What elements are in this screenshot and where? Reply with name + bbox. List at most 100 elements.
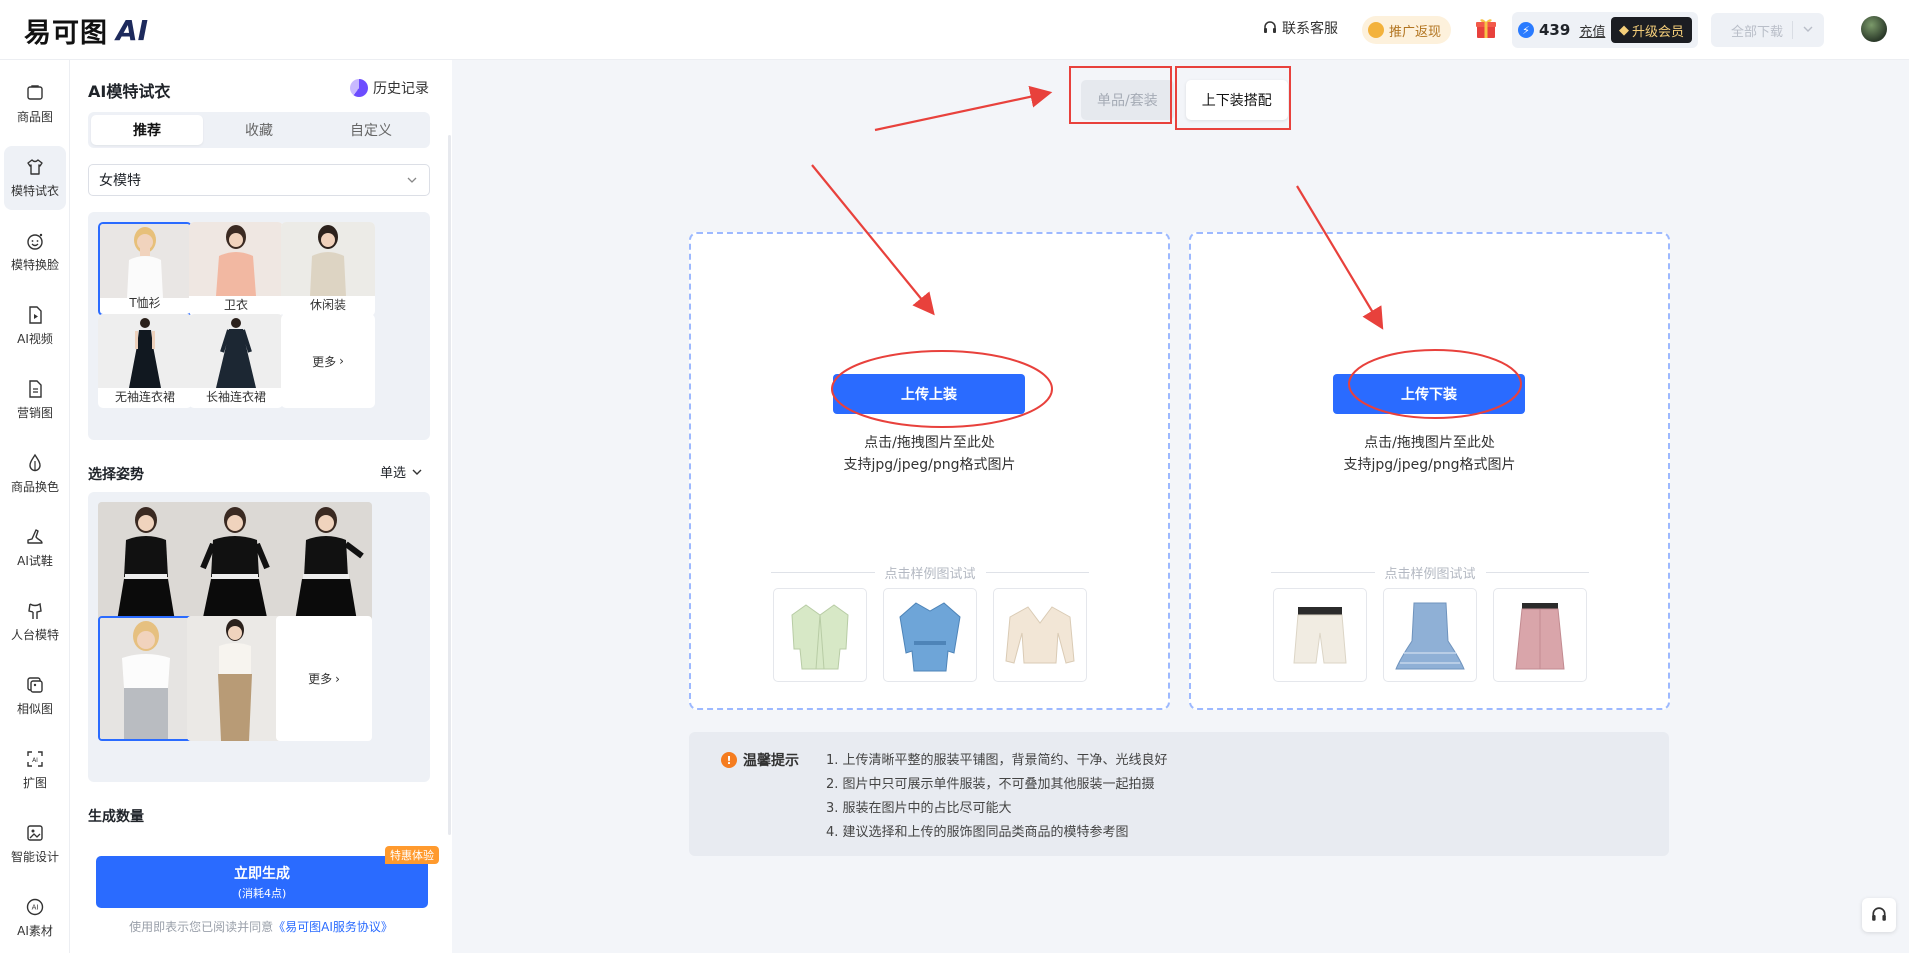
promo-badge: 特惠体验: [385, 846, 439, 864]
bottom-garment-dropzone[interactable]: 上传下装 点击/拖拽图片至此处 支持jpg/jpeg/png格式图片 点击样例图…: [1189, 232, 1670, 710]
clothing-card-tshirt[interactable]: T恤衫: [98, 222, 192, 316]
history-button[interactable]: 历史记录: [350, 78, 429, 98]
clothing-label: 卫衣: [223, 298, 248, 312]
gift-icon[interactable]: [1474, 16, 1498, 40]
avatar[interactable]: [1861, 16, 1887, 42]
image-icon: [27, 85, 43, 100]
nav-label: 模特换脸: [10, 258, 59, 272]
nav-item-product-image[interactable]: 商品图: [0, 72, 70, 136]
tip-item: 4. 建议选择和上传的服饰图同品类商品的模特参考图: [826, 825, 1129, 840]
clothing-more-button[interactable]: 更多 ›: [281, 314, 375, 408]
upload-bottom-button[interactable]: 上传下装: [1333, 374, 1525, 414]
nav-item-marketing[interactable]: 营销图: [0, 368, 70, 432]
history-icon: [350, 79, 368, 97]
tryon-mode-switch: 单品/套装 上下装搭配: [1081, 80, 1288, 120]
clothing-card-longsleeve-dress[interactable]: 长袖连衣裙: [189, 314, 283, 408]
nav-label: 商品换色: [10, 480, 59, 494]
tab-favorites[interactable]: 收藏: [203, 115, 315, 145]
tips-title: ! 温馨提示: [721, 750, 799, 770]
top-garment-dropzone[interactable]: 上传上装 点击/拖拽图片至此处 支持jpg/jpeg/png格式图片 点击样例图…: [689, 232, 1170, 710]
pose-card[interactable]: [98, 502, 194, 627]
nav-item-mannequin[interactable]: 人台模特: [0, 590, 70, 654]
nav-item-ai-video[interactable]: AI视频: [0, 294, 70, 358]
nav-item-ai-material[interactable]: AI AI素材: [0, 886, 70, 950]
nav-item-smart-design[interactable]: 智能设计: [0, 812, 70, 876]
help-float-button[interactable]: [1862, 898, 1896, 932]
mode-single-set-button[interactable]: 单品/套装: [1081, 80, 1174, 120]
shirt-icon: [27, 159, 43, 175]
clothing-category-grid: T恤衫 卫衣 休闲装 无袖连衣裙 长袖连衣裙 更多 ›: [88, 212, 430, 440]
clothing-thumbnail: [100, 224, 190, 298]
nav-item-recolor[interactable]: 商品换色: [0, 442, 70, 506]
nav-item-similar[interactable]: 相似图: [0, 664, 70, 728]
pose-thumbnail: [98, 502, 194, 627]
chevron-down-icon[interactable]: [1801, 21, 1815, 37]
tip-item: 1. 上传清晰平整的服装平铺图，背景简约、干净、光线良好: [826, 753, 1168, 768]
generate-cost: (消耗4点): [237, 887, 287, 900]
clothing-card-casual[interactable]: 休闲装: [281, 222, 375, 316]
clothing-thumbnail: [189, 222, 283, 296]
more-label: 更多: [312, 354, 337, 369]
chevron-right-icon: ›: [339, 354, 344, 368]
nav-item-expand[interactable]: AI 扩图: [0, 738, 70, 802]
sample-bottom-denim-skirt[interactable]: [1383, 588, 1477, 682]
model-gender-select[interactable]: 女模特: [88, 164, 430, 196]
upgrade-vip-button[interactable]: ◆ 升级会员: [1610, 17, 1692, 43]
headset-icon: [1872, 907, 1886, 921]
logo[interactable]: 易可图 AI: [24, 12, 148, 49]
nav-label: 人台模特: [10, 628, 59, 642]
pose-card[interactable]: [276, 502, 372, 627]
expand-image-icon: AI: [27, 751, 43, 767]
tab-custom[interactable]: 自定义: [315, 115, 427, 145]
sample-bottom-pink-skirt[interactable]: [1493, 588, 1587, 682]
clothing-thumbnail: [281, 222, 375, 296]
count-section-title: 生成数量: [88, 809, 144, 825]
more-link: 更多 ›: [281, 314, 375, 408]
contact-service-label: 联系客服: [1282, 21, 1338, 37]
clothing-card-hoodie[interactable]: 卫衣: [189, 222, 283, 316]
pose-select-mode[interactable]: 单选: [380, 462, 423, 481]
sample-top-blouse[interactable]: [993, 588, 1087, 682]
sample-top-blazer[interactable]: [773, 588, 867, 682]
mode-top-bottom-button[interactable]: 上下装搭配: [1185, 80, 1288, 120]
upload-hint: 点击/拖拽图片至此处: [1364, 435, 1495, 451]
tips-list: 1. 上传清晰平整的服装平铺图，背景简约、干净、光线良好 2. 图片中只可展示单…: [826, 749, 1168, 845]
recharge-link[interactable]: 充值: [1579, 21, 1605, 40]
pose-card[interactable]: [187, 502, 283, 627]
generate-button[interactable]: 立即生成 (消耗4点): [96, 856, 428, 908]
color-drop-icon: [29, 453, 41, 472]
more-label: 更多: [308, 672, 333, 686]
upload-top-button[interactable]: 上传上装: [833, 374, 1025, 414]
tip-item: 2. 图片中只可展示单件服装，不可叠加其他服装一起拍摄: [826, 777, 1155, 792]
clothing-card-sleeveless-dress[interactable]: 无袖连衣裙: [98, 314, 192, 408]
pose-grid: 更多 ›: [88, 492, 430, 782]
sample-thumbnail: [899, 602, 961, 672]
agreement-link[interactable]: 《易可图AI服务协议》: [273, 920, 393, 934]
model-tabs: 推荐 收藏 自定义: [88, 112, 430, 148]
pose-more-button[interactable]: 更多 ›: [276, 616, 372, 741]
panel-scrollbar[interactable]: [448, 135, 451, 835]
pose-mode-label: 单选: [380, 466, 407, 481]
clothing-label: 长袖连衣裙: [205, 390, 266, 404]
sample-top-jacket[interactable]: [883, 588, 977, 682]
divider: [771, 571, 875, 573]
tip-item: 3. 服装在图片中的占比尽可能大: [826, 801, 1012, 816]
promo-cashback-button[interactable]: 推广返现: [1362, 16, 1452, 44]
shoe-icon: [27, 529, 43, 544]
video-icon: [29, 306, 42, 324]
similar-image-icon: [27, 677, 43, 693]
nav-item-face-swap[interactable]: 模特换脸: [0, 220, 70, 284]
more-link: 更多 ›: [276, 616, 372, 741]
nav-item-ai-shoe[interactable]: AI试鞋: [0, 516, 70, 580]
nav-item-model-tryon[interactable]: 模特试衣: [4, 146, 66, 210]
tab-recommended[interactable]: 推荐: [91, 115, 203, 145]
sample-bottom-shorts[interactable]: [1273, 588, 1367, 682]
diamond-icon: ◆: [1618, 22, 1629, 38]
face-icon: [27, 233, 43, 250]
contact-service-button[interactable]: 联系客服: [1263, 18, 1338, 38]
pose-card-selected[interactable]: [98, 616, 194, 741]
sample-thumbnail: [1005, 606, 1075, 664]
pose-card[interactable]: [187, 616, 283, 741]
download-all-button[interactable]: 全部下载: [1711, 13, 1824, 47]
document-icon: [29, 380, 42, 398]
